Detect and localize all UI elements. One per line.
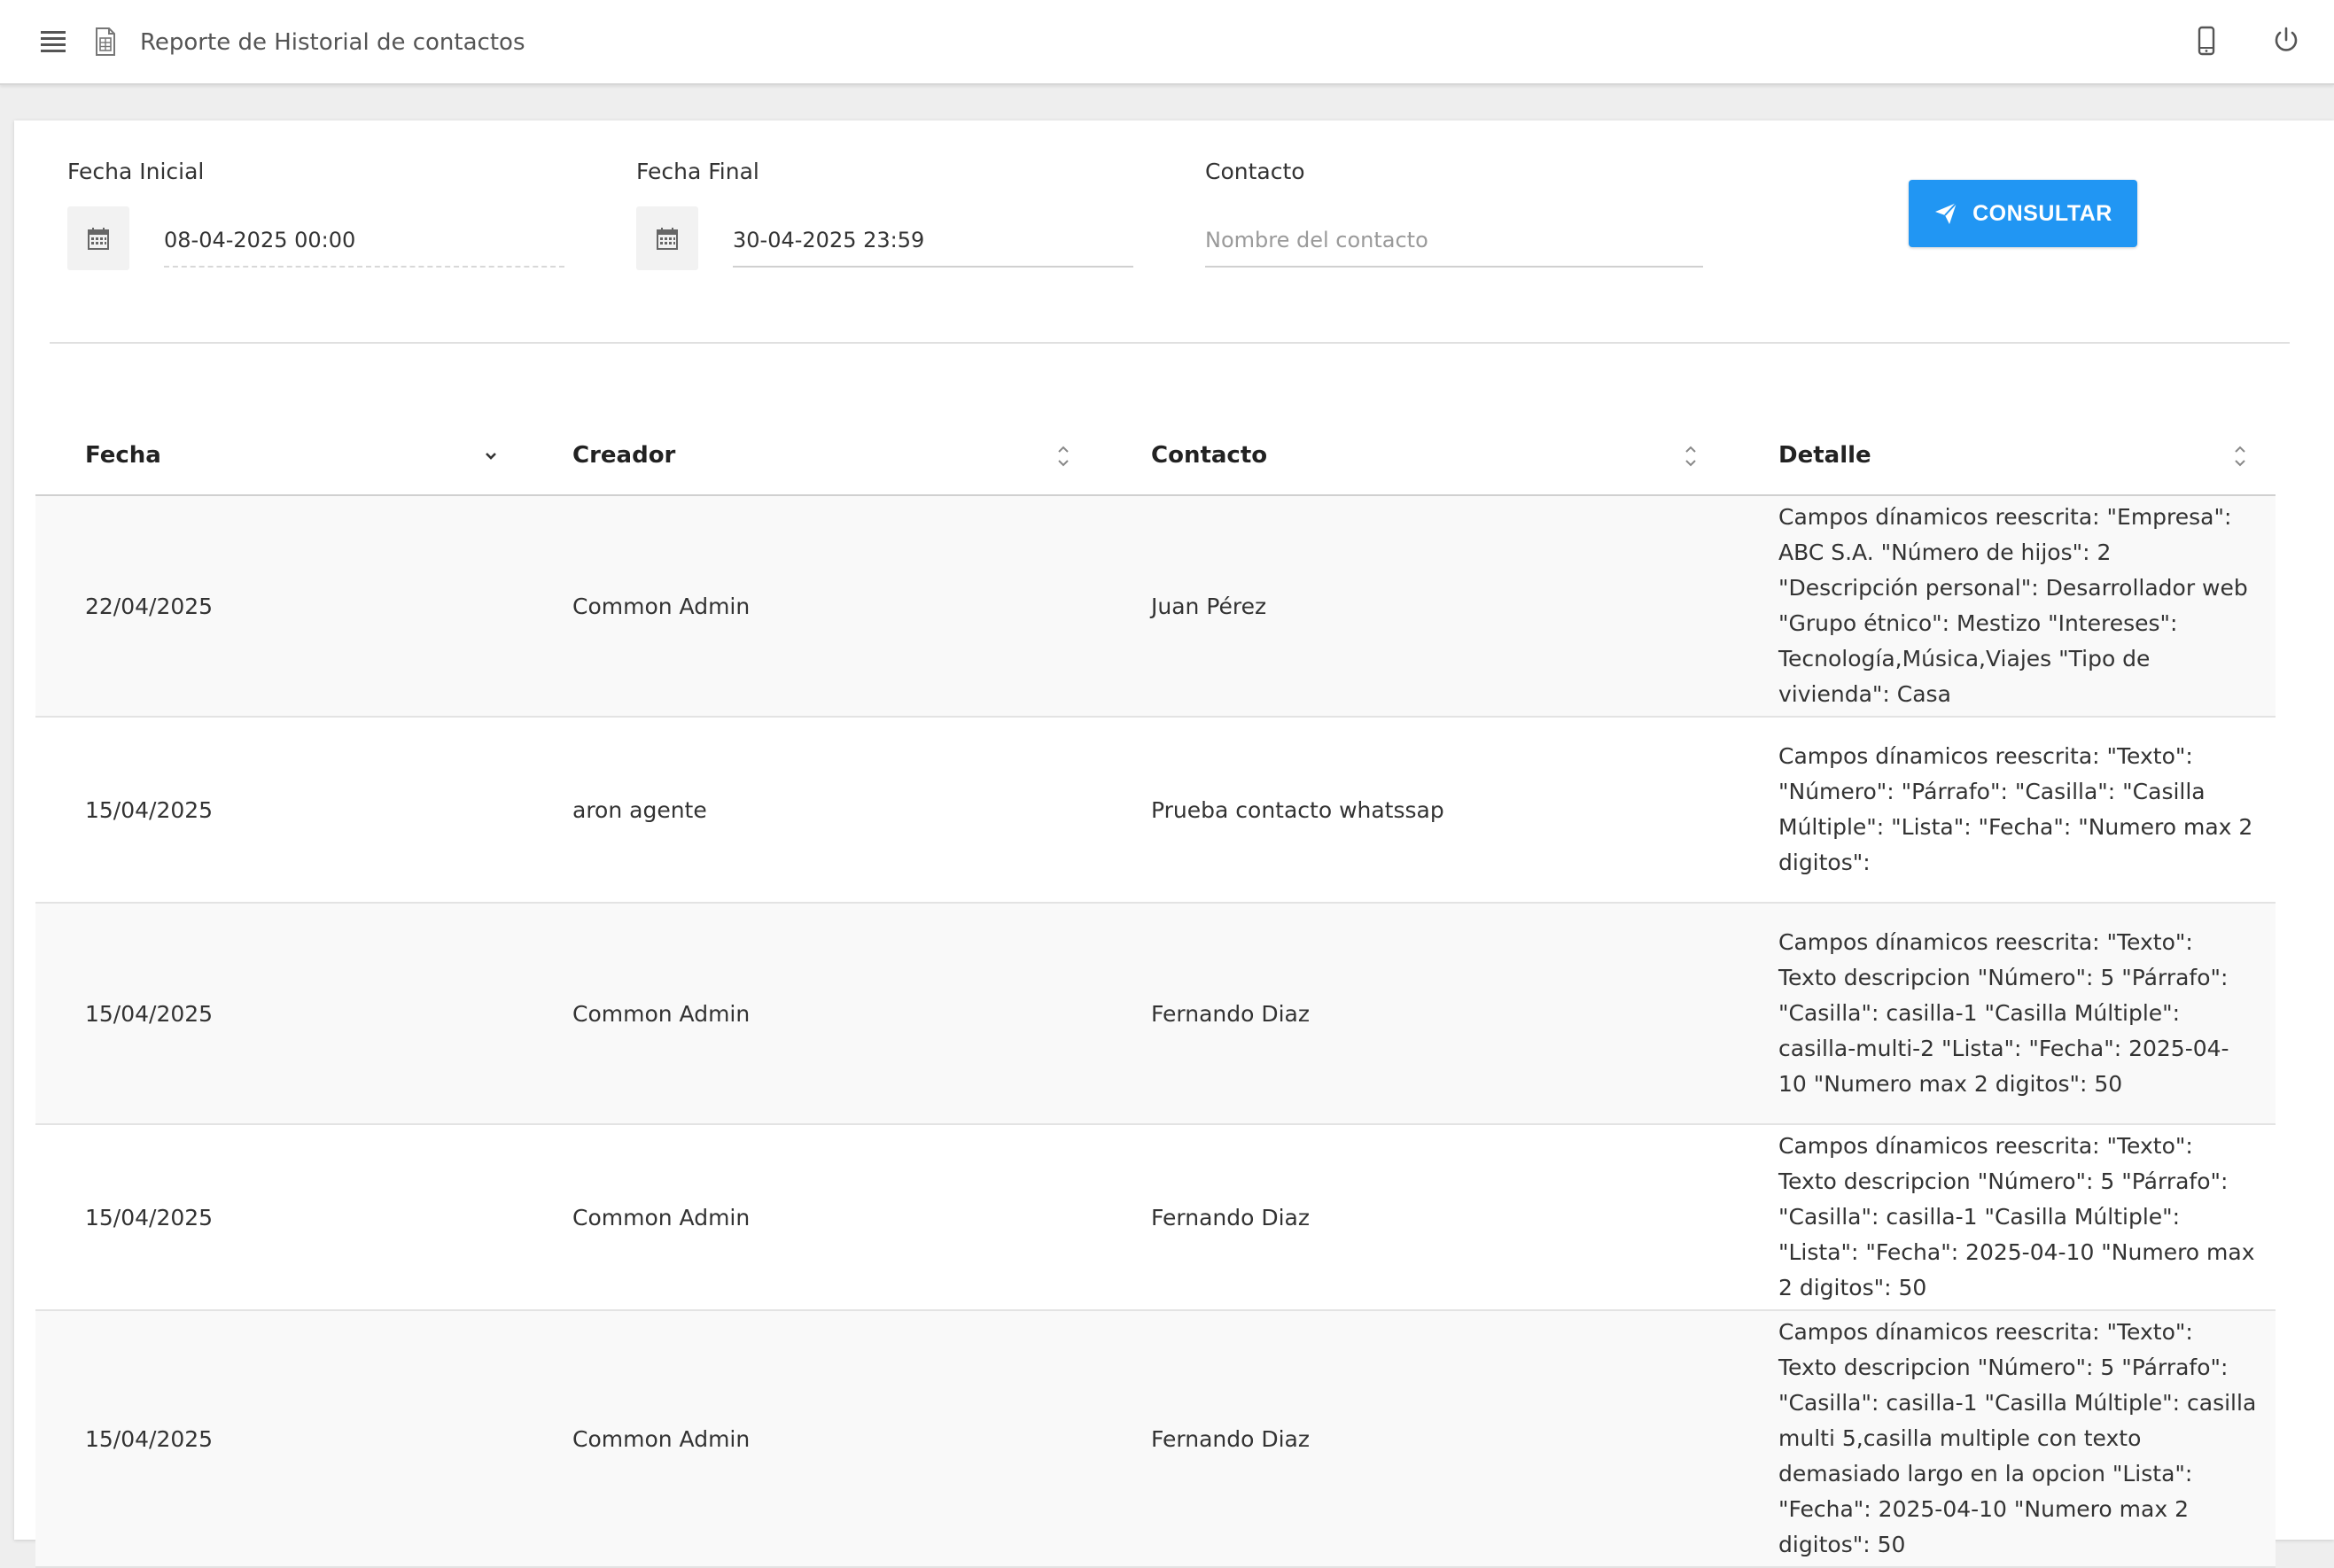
sort-icon[interactable]: [1682, 443, 1700, 470]
calendar-icon: [88, 228, 109, 250]
sort-desc-icon[interactable]: [482, 443, 500, 470]
hamburger-menu-icon[interactable]: [39, 28, 69, 55]
column-header-contacto[interactable]: Contacto: [1151, 416, 1267, 494]
consultar-button-label: CONSULTAR: [1972, 200, 2112, 226]
cell-fecha: 15/04/2025: [85, 1000, 214, 1027]
column-header-detalle[interactable]: Detalle: [1778, 416, 1871, 494]
fecha-inicial-input[interactable]: [164, 214, 564, 268]
power-icon[interactable]: [2270, 25, 2302, 57]
cell-creador: Common Admin: [572, 1204, 751, 1230]
fecha-inicial-label: Fecha Inicial: [67, 159, 205, 184]
calendar-icon: [657, 228, 678, 250]
mobile-phone-icon[interactable]: [2194, 25, 2219, 58]
contacto-label: Contacto: [1205, 159, 1305, 184]
divider: [50, 342, 2290, 344]
cell-detalle: Campos dínamicos reescrita: "Texto": "Nú…: [1778, 743, 2253, 875]
cell-contacto: Fernando Diaz: [1151, 1000, 1310, 1027]
cell-contacto: Fernando Diaz: [1151, 1204, 1310, 1230]
send-icon: [1935, 202, 1957, 224]
contacto-input[interactable]: [1205, 214, 1703, 268]
table-row[interactable]: 15/04/2025 Common Admin Fernando Diaz Ca…: [35, 1125, 2276, 1311]
cell-creador: Common Admin: [572, 1000, 751, 1027]
consultar-button[interactable]: CONSULTAR: [1909, 180, 2137, 247]
fecha-final-label: Fecha Final: [636, 159, 759, 184]
history-table: Fecha Creador Contacto Detalle 22/04/202…: [35, 416, 2276, 1568]
cell-detalle: Campos dínamicos reescrita: "Texto": Tex…: [1778, 1319, 2257, 1557]
fecha-final-calendar-button[interactable]: [636, 206, 698, 270]
column-header-fecha[interactable]: Fecha: [85, 416, 161, 494]
cell-contacto: Fernando Diaz: [1151, 1425, 1310, 1452]
table-row[interactable]: 15/04/2025 Common Admin Fernando Diaz Ca…: [35, 1311, 2276, 1568]
page-title: Reporte de Historial de contactos: [140, 29, 525, 56]
sort-icon[interactable]: [1054, 443, 1072, 470]
table-header: Fecha Creador Contacto Detalle: [35, 416, 2276, 496]
cell-fecha: 15/04/2025: [85, 1425, 214, 1452]
cell-creador: Common Admin: [572, 593, 751, 619]
cell-contacto: Prueba contacto whatssap: [1151, 796, 1444, 823]
cell-detalle: Campos dínamicos reescrita: "Texto": Tex…: [1778, 1133, 2255, 1300]
cell-detalle: Campos dínamicos reescrita: "Texto": Tex…: [1778, 929, 2229, 1097]
cell-contacto: Juan Pérez: [1151, 593, 1267, 619]
cell-creador: aron agente: [572, 796, 707, 823]
top-bar: Reporte de Historial de contactos: [0, 0, 2334, 85]
cell-fecha: 15/04/2025: [85, 1204, 214, 1230]
cell-creador: Common Admin: [572, 1425, 751, 1452]
table-row[interactable]: 15/04/2025 Common Admin Fernando Diaz Ca…: [35, 904, 2276, 1125]
table-row[interactable]: 22/04/2025 Common Admin Juan Pérez Campo…: [35, 496, 2276, 718]
sort-icon[interactable]: [2231, 443, 2249, 470]
fecha-final-input[interactable]: [733, 214, 1133, 268]
cell-fecha: 22/04/2025: [85, 593, 214, 619]
cell-detalle: Campos dínamicos reescrita: "Empresa": A…: [1778, 504, 2248, 707]
spreadsheet-icon: [96, 27, 115, 56]
fecha-inicial-calendar-button[interactable]: [67, 206, 129, 270]
table-row[interactable]: 15/04/2025 aron agente Prueba contacto w…: [35, 718, 2276, 904]
column-header-creador[interactable]: Creador: [572, 416, 675, 494]
cell-fecha: 15/04/2025: [85, 796, 214, 823]
